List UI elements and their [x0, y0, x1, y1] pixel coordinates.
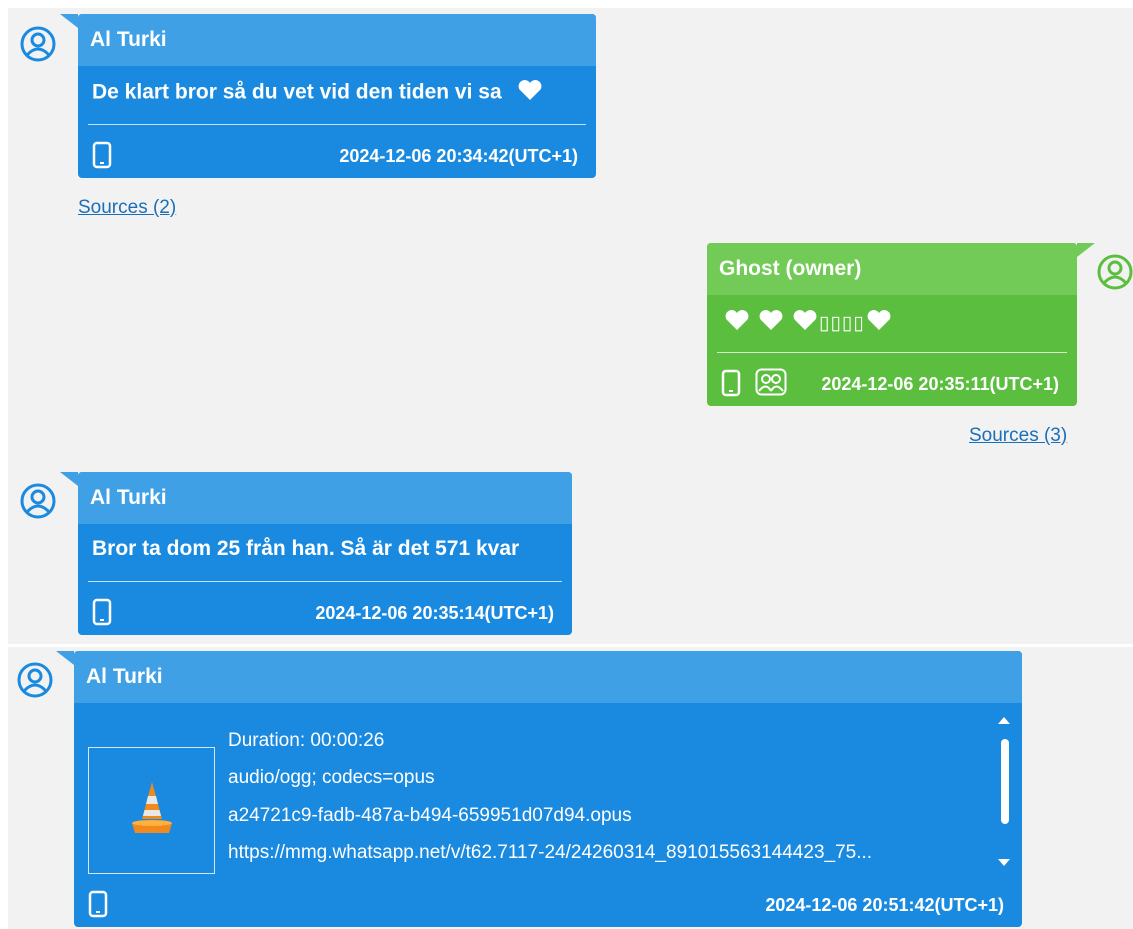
message-text: Bror ta dom 25 från han. Så är det 571 k… [92, 537, 520, 560]
sender-name: Al Turki [78, 472, 572, 524]
divider [88, 581, 562, 582]
bubble-tail [56, 651, 74, 665]
phone-icon [721, 369, 741, 397]
message-timestamp: 2024-12-06 20:35:11(UTC+1) [821, 374, 1059, 394]
message-text: ▯▯▯▯ [819, 312, 865, 334]
heart-icon [865, 309, 893, 337]
message-text-row: De klart bror så du vet vid den tiden vi… [92, 79, 543, 107]
message-bubble[interactable]: Ghost (owner) ▯▯▯▯ 2024-12-06 20:35:11(U… [707, 243, 1095, 406]
attachment-mime: audio/ogg; codecs=opus [228, 767, 435, 788]
heart-icon [791, 309, 819, 337]
bubble-tail [60, 14, 78, 28]
sources-link[interactable]: Sources (3) [969, 425, 1067, 447]
vlc-cone-icon [127, 779, 177, 842]
bubble-tail [1077, 243, 1095, 257]
message-text-row: ▯▯▯▯ [723, 309, 893, 337]
sources-link[interactable]: Sources (2) [78, 197, 176, 219]
bubble-tail [60, 472, 78, 486]
scroll-up-arrow[interactable] [998, 717, 1010, 724]
sender-name: Al Turki [74, 651, 1022, 703]
attachment-message-bubble[interactable]: Al Turki Duration: 00:00:26 audio/ogg; c… [56, 651, 1022, 927]
user-avatar-icon [1097, 254, 1133, 290]
message-timestamp: 2024-12-06 20:51:42(UTC+1) [765, 895, 1004, 915]
divider [88, 124, 586, 125]
user-avatar-icon [17, 662, 53, 698]
attachment-thumbnail[interactable] [88, 747, 215, 874]
phone-icon [88, 890, 108, 918]
attachment-url[interactable]: https://mmg.whatsapp.net/v/t62.7117-24/2… [228, 842, 872, 864]
heart-icon [757, 309, 785, 337]
scrollbar-thumb[interactable] [1001, 739, 1009, 824]
sender-name: Al Turki [78, 14, 596, 66]
attachment-duration: Duration: 00:00:26 [228, 730, 385, 751]
message-timestamp: 2024-12-06 20:35:14(UTC+1) [315, 603, 554, 623]
phone-icon [92, 141, 112, 169]
user-avatar-icon [20, 26, 56, 62]
sender-name: Ghost (owner) [707, 243, 1077, 295]
attachment-filename: a24721c9-fadb-487a-b494-659951d07d94.opu… [228, 805, 632, 826]
user-avatar-icon [20, 483, 56, 519]
divider [717, 352, 1067, 353]
group-icon [755, 368, 787, 396]
message-timestamp: 2024-12-06 20:34:42(UTC+1) [339, 146, 578, 166]
heart-icon [517, 79, 543, 107]
message-text: De klart bror så du vet vid den tiden vi… [92, 80, 502, 104]
heart-icon [723, 309, 751, 337]
phone-icon [92, 598, 112, 626]
message-bubble[interactable]: Al Turki De klart bror så du vet vid den… [60, 14, 596, 178]
scroll-down-arrow[interactable] [998, 859, 1010, 866]
message-bubble[interactable]: Al Turki Bror ta dom 25 från han. Så är … [60, 472, 572, 635]
